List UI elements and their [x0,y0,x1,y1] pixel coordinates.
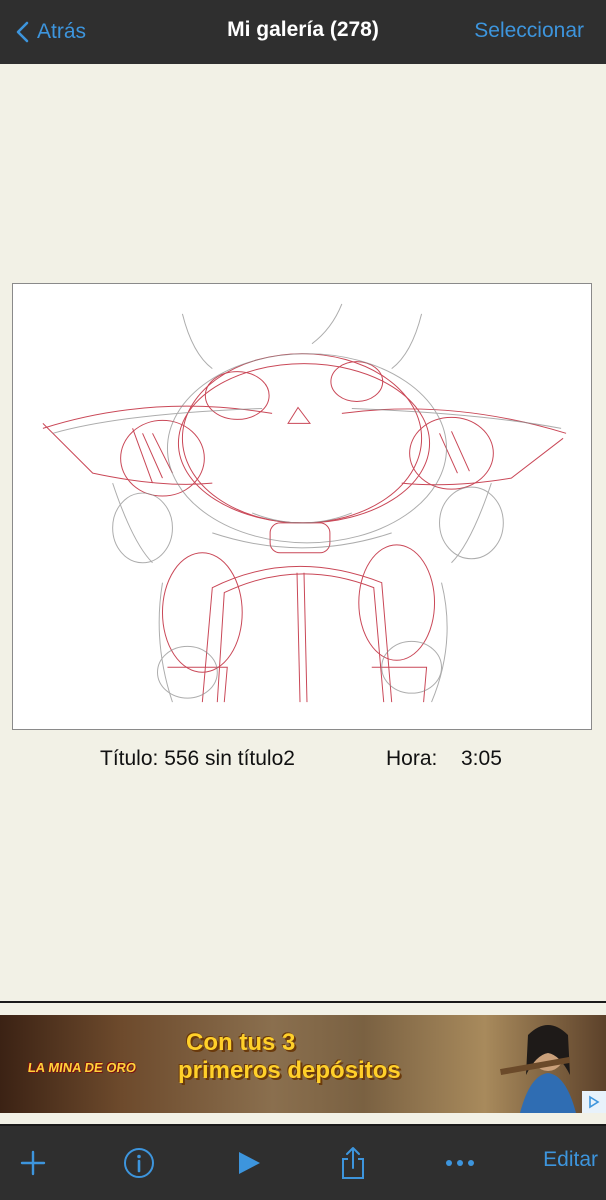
edit-button[interactable]: Editar [543,1148,598,1172]
drawing-preview[interactable] [12,283,592,730]
select-button[interactable]: Seleccionar [474,19,584,43]
more-icon [446,1160,474,1166]
add-button[interactable] [18,1146,48,1180]
share-button[interactable] [338,1146,368,1180]
info-icon [124,1148,154,1178]
more-button[interactable] [444,1146,476,1180]
adchoices-icon[interactable] [582,1091,606,1113]
drawing-title: Título: 556 sin título2 [100,747,295,770]
info-button[interactable] [122,1146,156,1180]
divider [0,1001,606,1003]
time-value: 3:05 [461,747,502,770]
play-button[interactable] [234,1146,264,1180]
share-icon [342,1147,364,1179]
ad-logo: LA MINA DE ORO [24,1045,140,1089]
drawing-info: Título: 556 sin título2 Hora: 3:05 [0,747,606,777]
plus-icon [20,1150,46,1176]
ad-character-image [500,1025,576,1113]
bottom-toolbar: Editar [0,1126,606,1200]
ad-headline-1: Con tus 3 [186,1029,296,1056]
ad-headline-2: primeros depósitos [178,1057,401,1084]
ad-logo-text: LA MINA DE ORO [26,1059,138,1075]
navigation-bar: Atrás Mi galería (278) Seleccionar [0,0,606,64]
time-label: Hora: [386,747,438,770]
play-icon [239,1152,260,1174]
ad-banner[interactable]: LA MINA DE ORO Con tus 3 primeros depósi… [0,1015,606,1113]
sketch-image [42,303,567,703]
